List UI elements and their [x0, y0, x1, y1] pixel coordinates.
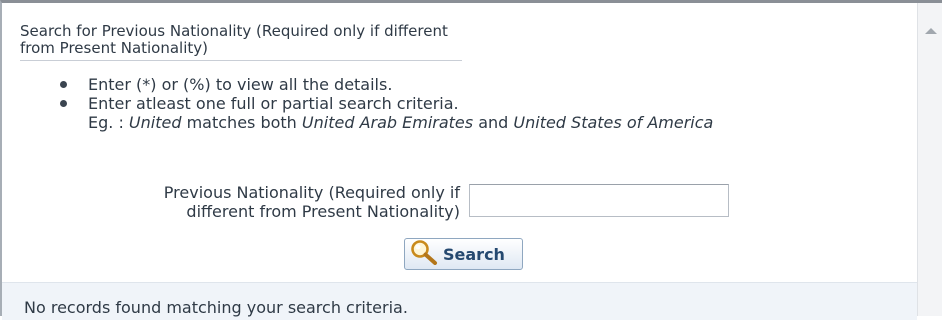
search-dialog: Search for Previous Nationality (Require… [0, 0, 942, 320]
instruction-text-wildcard: Enter (*) or (%) to view all the details… [88, 75, 393, 94]
results-bar: No records found matching your search cr… [2, 282, 917, 320]
example-term: United [128, 113, 182, 132]
example-match-1: United Arab Emirates [301, 113, 474, 132]
no-results-message: No records found matching your search cr… [24, 298, 408, 317]
search-button-label: Search [443, 244, 505, 264]
instructions-list: Enter (*) or (%) to view all the details… [60, 75, 713, 132]
previous-nationality-label: Previous Nationality (Required only if d… [163, 183, 460, 221]
instruction-item: Enter (*) or (%) to view all the details… [60, 75, 713, 94]
magnifier-icon [411, 240, 437, 265]
instruction-item: Enter atleast one full or partial search… [60, 94, 713, 113]
bullet-icon [60, 81, 67, 88]
example-and: and [473, 113, 514, 132]
example-middle: matches both [181, 113, 302, 132]
vertical-scrollbar[interactable] [917, 3, 942, 316]
previous-nationality-input[interactable] [469, 184, 729, 217]
dialog-content: Search for Previous Nationality (Require… [2, 3, 917, 320]
section-heading: Search for Previous Nationality (Require… [20, 23, 462, 61]
bullet-icon [60, 100, 67, 107]
example-match-2: United States of America [513, 113, 714, 132]
scroll-up-arrow-icon[interactable] [925, 28, 937, 34]
search-button[interactable]: Search [404, 238, 523, 270]
example-prefix: Eg. : [88, 113, 129, 132]
instruction-text-criteria: Enter atleast one full or partial search… [88, 94, 459, 113]
instruction-example: Eg. : United matches both United Arab Em… [60, 113, 713, 132]
